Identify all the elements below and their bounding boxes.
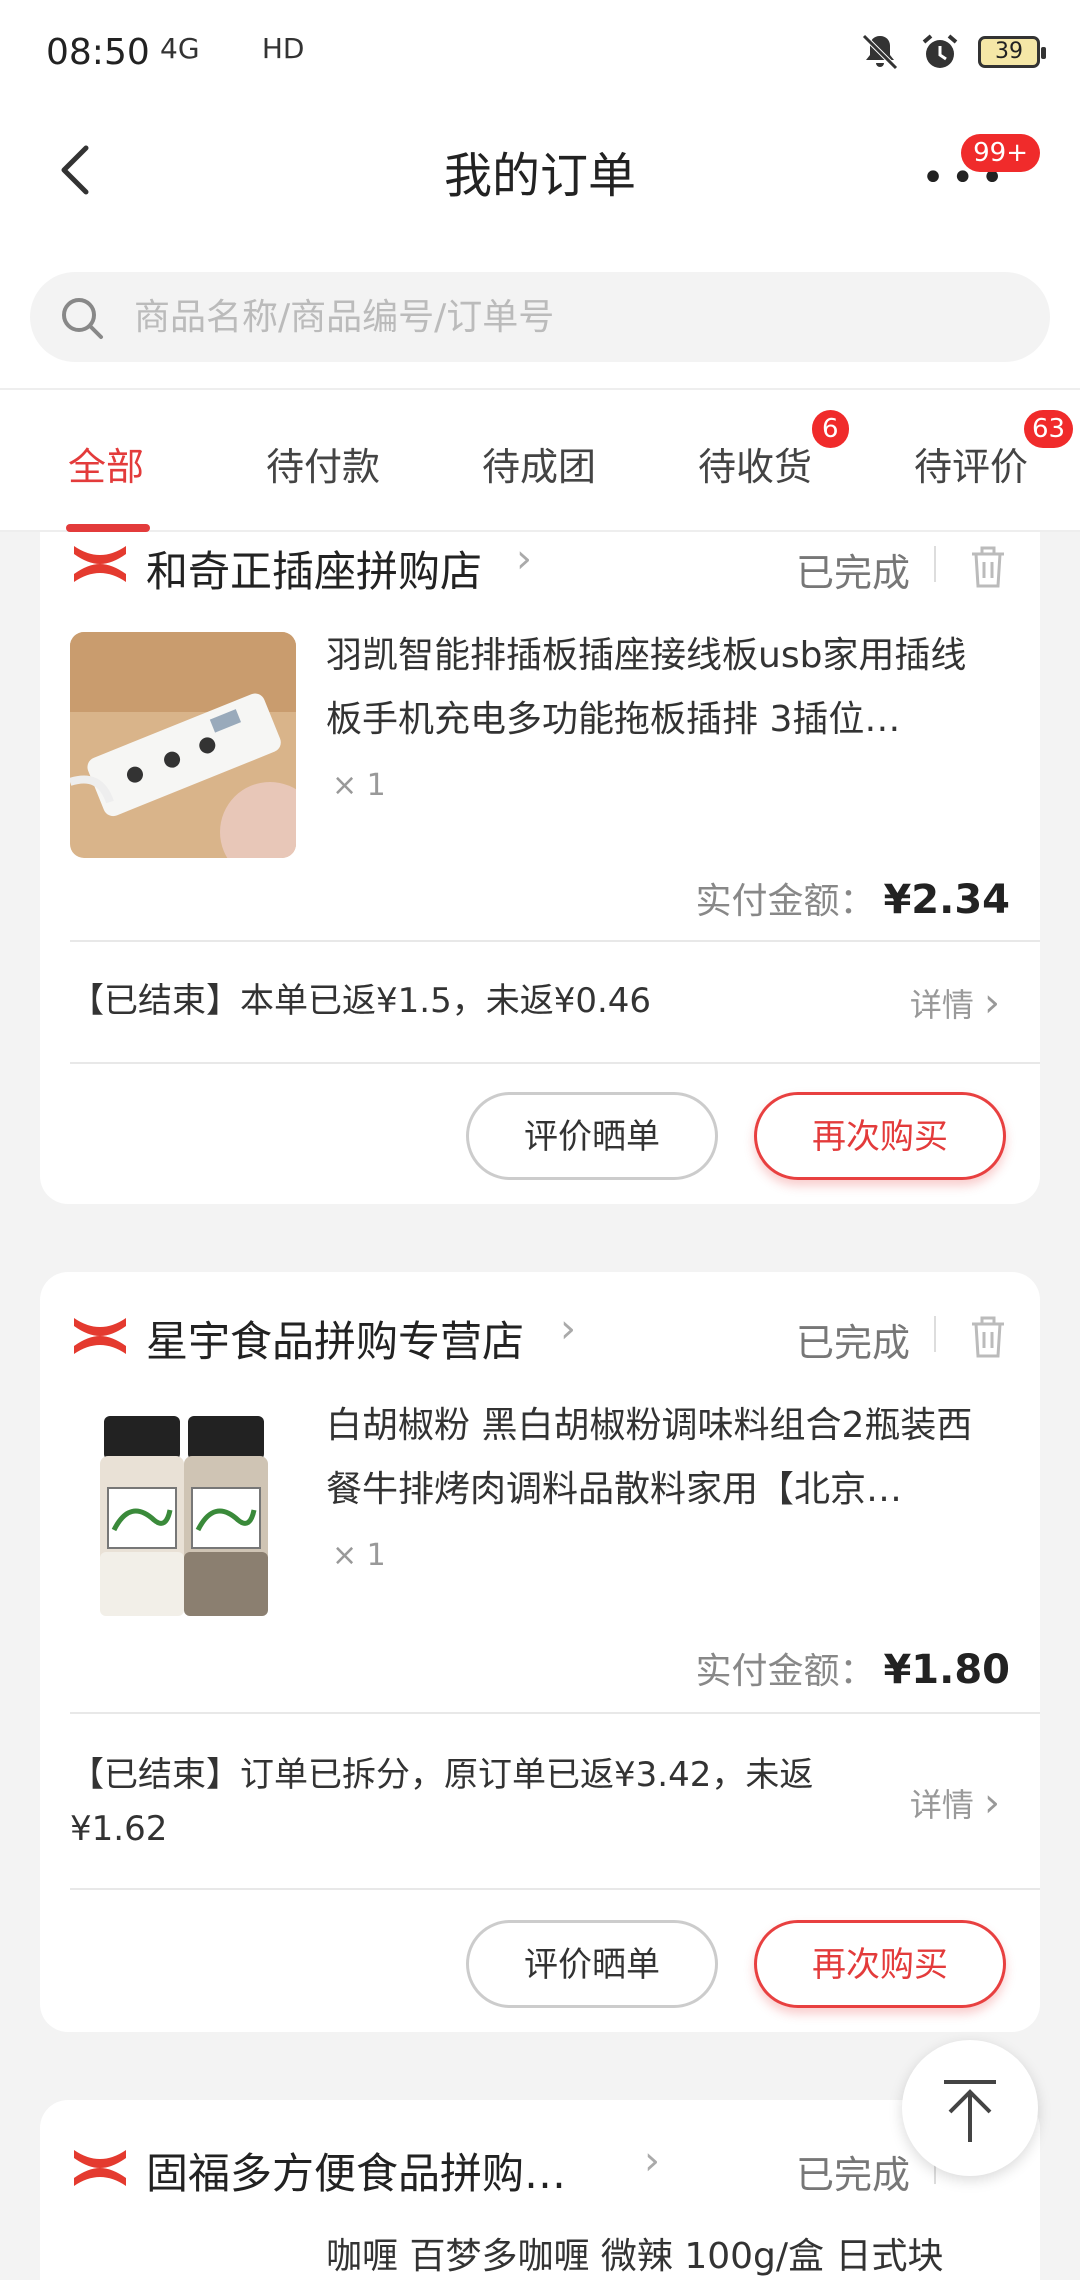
tab-pending-review[interactable]: 待评价 [914,436,1028,491]
divider [70,1062,1040,1064]
tab-pending-group[interactable]: 待成团 [482,436,596,491]
nav-bar: 我的订单 ••• 99+ [0,100,1080,240]
chevron-right-icon: › [644,2138,660,2184]
order-card[interactable]: 和奇正插座拼购店 › 已完成 羽凯智能排插板插座接线板usb家用插线板手机充电多… [40,532,1040,1204]
active-tab-indicator [66,524,150,532]
mute-icon [862,34,898,70]
review-button[interactable]: 评价晒单 [466,1920,718,2008]
chevron-right-icon: › [516,536,532,582]
order-status: 已完成 [795,551,910,595]
paid-value: ¥2.34 [883,877,1010,923]
shop-name[interactable]: 和奇正插座拼购店 [146,538,482,599]
divider [70,1888,1040,1890]
trash-icon[interactable] [966,542,1010,590]
shop-name[interactable]: 固福多方便食品拼购… [146,2140,566,2201]
product-title[interactable]: 羽凯智能排插板插座接线板usb家用插线板手机充电多功能拖板插排 3插位… [326,624,1002,752]
tab-all[interactable]: 全部 [68,436,144,491]
product-quantity: × 1 [332,1538,386,1573]
paid-amount: 实付金额： ¥2.34 [695,872,1010,924]
order-tabs: 全部 待付款 待成团 待收货 6 待评价 63 [0,388,1080,532]
trash-icon[interactable] [966,1312,1010,1360]
search-bar[interactable] [30,272,1050,362]
tab-badge-delivery: 6 [812,410,849,448]
status-bar: 08:50 4G HD 39 [0,0,1080,100]
shop-logo-icon [74,2150,126,2186]
detail-link[interactable]: 详情 › [910,1780,1000,1826]
detail-label: 详情 [909,986,974,1024]
order-status: 已完成 [795,2153,910,2197]
product-image[interactable] [70,1402,296,1628]
tab-pending-payment[interactable]: 待付款 [266,436,380,491]
shop-logo-icon [74,1318,126,1354]
detail-label: 详情 [909,1786,974,1824]
product-image[interactable] [70,632,296,858]
rebate-info: 【已结束】订单已拆分，原订单已返¥3.42，未返¥1.62 [70,1755,814,1849]
page-title: 我的订单 [443,148,636,204]
product-quantity: × 1 [332,768,386,803]
network-indicator: 4G HD [160,32,305,65]
alarm-icon [922,34,958,68]
rebate-info: 【已结束】本单已返¥1.5，未返¥0.46 [70,981,652,1021]
order-card[interactable]: 固福多方便食品拼购… › 已完成 咖喱 百梦多咖喱 微辣 100g/盒 日式块 [40,2100,1040,2280]
chevron-right-icon: › [560,1306,576,1352]
battery-icon: 39 [978,36,1046,68]
divider [70,1712,1040,1714]
rebuy-button[interactable]: 再次购买 [754,1920,1006,2008]
search-area [0,240,1080,388]
paid-label: 实付金额： [695,881,876,922]
arrow-up-icon [944,2080,996,2142]
divider [934,546,936,582]
shop-logo-icon [74,546,126,582]
paid-value: ¥1.80 [883,1647,1010,1693]
product-title[interactable]: 咖喱 百梦多咖喱 微辣 100g/盒 日式块 [326,2234,1002,2280]
review-button[interactable]: 评价晒单 [466,1092,718,1180]
rebuy-button[interactable]: 再次购买 [754,1092,1006,1180]
product-title[interactable]: 白胡椒粉 黑白胡椒粉调味料组合2瓶装西餐牛排烤肉调料品散料家用【北京… [326,1394,1002,1522]
paid-label: 实付金额： [695,1651,876,1692]
order-card[interactable]: 星宇食品拼购专营店 › 已完成 白胡椒粉 黑白胡椒粉调味料组合2瓶装西餐牛排烤肉… [40,1272,1040,2032]
shop-name[interactable]: 星宇食品拼购专营店 [146,1308,524,1369]
divider [934,1316,936,1352]
paid-amount: 实付金额： ¥1.80 [695,1642,1010,1694]
divider [70,940,1040,942]
chevron-right-icon: › [984,1780,1000,1826]
chevron-right-icon: › [984,980,1000,1026]
search-input[interactable] [134,272,1014,362]
back-to-top-button[interactable] [902,2040,1038,2176]
tab-pending-delivery[interactable]: 待收货 [698,436,812,491]
message-badge: 99+ [961,134,1040,172]
tab-badge-review: 63 [1024,410,1074,448]
order-status: 已完成 [795,1321,910,1365]
search-icon [62,298,103,339]
detail-link[interactable]: 详情 › [910,980,1000,1026]
status-time: 08:50 [46,32,150,73]
